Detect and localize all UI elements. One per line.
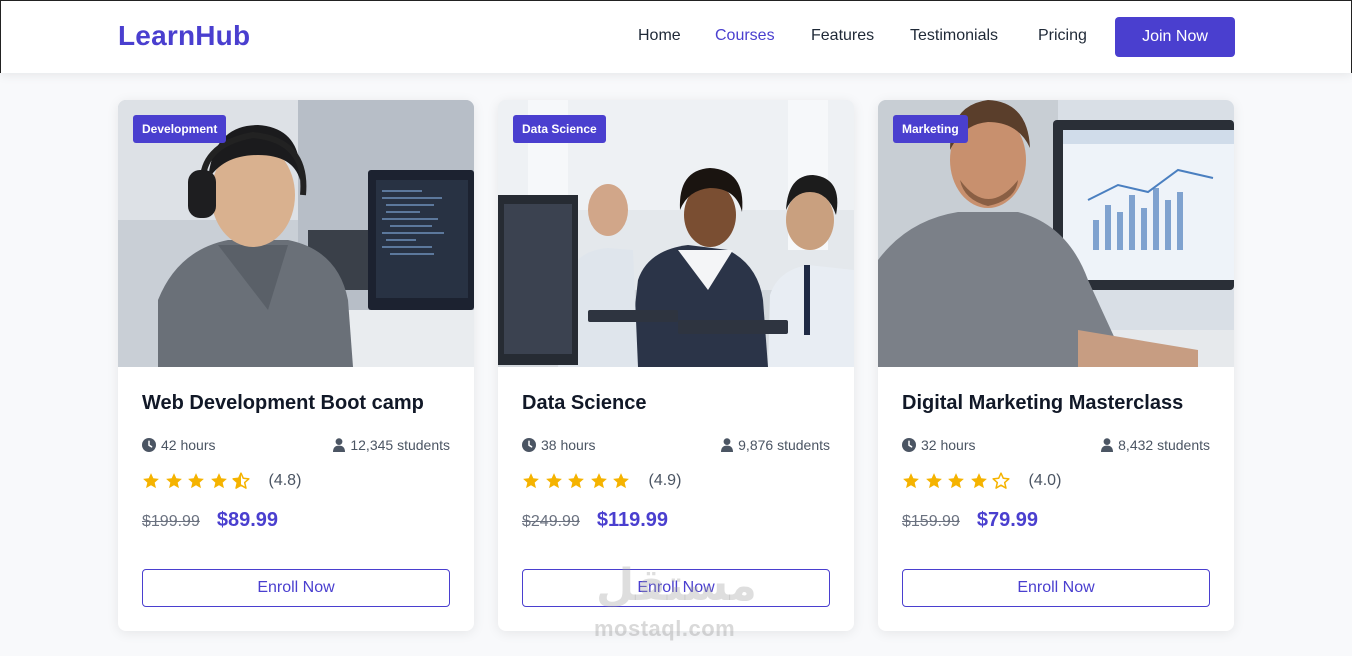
course-image-data-science[interactable]: Data Science [498,100,854,367]
join-now-button[interactable]: Join Now [1115,17,1235,57]
star-full-icon [188,473,204,489]
rating-value: (4.8) [268,472,302,489]
course-image-digital-marketing[interactable]: Marketing [878,100,1234,367]
clock-icon [142,438,156,452]
course-rating: (4.8) [142,471,301,491]
course-title[interactable]: Digital Marketing Masterclass [902,392,1183,415]
course-hours: 32 hours [902,437,975,453]
course-price: $249.99 $119.99 [522,509,668,532]
students-text: 9,876 students [738,437,830,453]
course-students: 9,876 students [721,437,830,453]
course-card: Development Web Development Boot camp 42… [118,100,474,631]
user-icon [1101,438,1114,452]
old-price: $199.99 [142,513,200,530]
current-price: $119.99 [596,509,669,531]
course-meta: 32 hours 8,432 students [902,437,1210,455]
course-image-web-development[interactable]: Development [118,100,474,367]
hours-text: 42 hours [161,437,216,453]
star-full-icon [545,473,562,489]
current-price: $79.99 [976,509,1039,531]
star-full-icon [613,473,629,489]
category-badge[interactable]: Development [133,115,227,143]
course-title[interactable]: Web Development Boot camp [142,392,424,415]
course-price: $199.99 $89.99 [142,509,278,532]
nav-link-pricing[interactable]: Pricing [1038,27,1087,45]
brand-logo[interactable]: LearnHub [118,20,250,52]
star-full-icon [165,473,182,489]
course-rating: (4.9) [522,471,681,491]
category-badge[interactable]: Data Science [513,115,606,143]
star-full-icon [143,473,159,489]
course-meta: 42 hours 12,345 students [142,437,450,455]
current-price: $89.99 [216,509,279,531]
hours-text: 32 hours [921,437,976,453]
old-price: $249.99 [522,513,580,530]
nav-link-courses[interactable]: Courses [715,27,775,45]
course-price: $159.99 $79.99 [902,509,1038,532]
nav-link-testimonials[interactable]: Testimonials [910,27,998,45]
course-title[interactable]: Data Science [522,392,647,415]
nav-link-features[interactable]: Features [811,27,874,45]
students-text: 8,432 students [1118,437,1210,453]
course-card: Marketing Digital Marketing Masterclass … [878,100,1234,631]
star-full-icon [970,473,987,489]
enroll-now-button[interactable]: Enroll Now [142,569,450,607]
old-price: $159.99 [902,513,960,530]
star-full-icon [590,473,607,489]
hours-text: 38 hours [541,437,596,453]
star-full-icon [948,473,964,489]
course-card: Data Science Data Science 38 hours 9,876… [498,100,854,631]
course-hours: 42 hours [142,437,215,453]
star-full-icon [903,473,919,489]
star-full-icon [568,473,584,489]
top-navbar: LearnHub Home Courses Features Testimoni… [0,0,1352,73]
course-rating: (4.0) [902,471,1061,491]
students-text: 12,345 students [350,437,450,453]
course-hours: 38 hours [522,437,595,453]
star-full-icon [210,473,227,489]
course-students: 8,432 students [1101,437,1210,453]
course-students: 12,345 students [333,437,450,453]
star-full-icon [523,473,539,489]
user-icon [333,438,346,452]
course-meta: 38 hours 9,876 students [522,437,830,455]
star-empty-icon [992,472,1010,489]
rating-value: (4.0) [1028,472,1062,489]
category-badge[interactable]: Marketing [893,115,968,143]
user-icon [721,438,734,452]
star-half-icon [232,472,250,489]
clock-icon [902,438,916,452]
clock-icon [522,438,536,452]
enroll-now-button[interactable]: Enroll Now [902,569,1210,607]
rating-value: (4.9) [648,472,682,489]
nav-link-home[interactable]: Home [638,27,681,45]
enroll-now-button[interactable]: Enroll Now [522,569,830,607]
star-full-icon [925,473,942,489]
